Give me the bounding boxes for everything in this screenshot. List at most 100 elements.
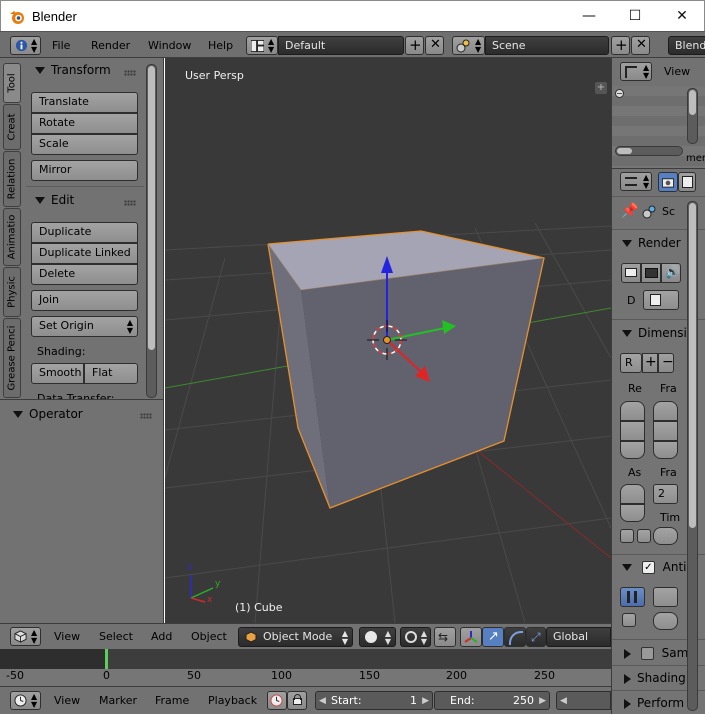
- anti-aliasing-checkbox[interactable]: ✓: [641, 561, 655, 574]
- full-sample-toggle[interactable]: [622, 613, 636, 627]
- render-panel-header[interactable]: Render: [622, 236, 681, 250]
- panel-grip-icon[interactable]: [124, 70, 136, 76]
- mirror-button[interactable]: Mirror: [31, 160, 138, 181]
- tab-relations[interactable]: Relation: [3, 151, 21, 207]
- outliner-vscrollbar[interactable]: [687, 88, 698, 144]
- dimensions-panel-header[interactable]: Dimensi: [622, 326, 687, 340]
- menu-add[interactable]: Add: [151, 627, 172, 647]
- manipulator-toggle[interactable]: ⇆: [434, 627, 456, 647]
- edit-panel-header[interactable]: Edit: [35, 193, 74, 207]
- panel-grip-icon[interactable]: [124, 200, 136, 206]
- resolution-y-field[interactable]: [620, 421, 645, 441]
- aa-filter-dropdown[interactable]: [653, 587, 678, 607]
- performance-panel-header[interactable]: Perform: [624, 696, 684, 710]
- end-frame-field[interactable]: End: 250 ▶: [434, 691, 550, 710]
- delete-screen-button[interactable]: ✕: [425, 36, 444, 55]
- filter-size-field[interactable]: [653, 612, 678, 630]
- remove-preset-button[interactable]: −: [658, 353, 674, 373]
- menu-window[interactable]: Window: [148, 36, 191, 56]
- transform-panel-header[interactable]: Transform: [35, 63, 111, 77]
- frame-start-field[interactable]: [653, 401, 678, 421]
- outliner-menu-view[interactable]: View: [664, 62, 690, 82]
- crop-toggle[interactable]: [637, 529, 651, 543]
- transform-orientation-dropdown[interactable]: Global: [546, 627, 611, 647]
- 3d-viewport[interactable]: User Persp (1) Cube z y x +: [165, 58, 611, 623]
- shade-smooth-button[interactable]: Smooth: [31, 363, 84, 384]
- rotate-button[interactable]: Rotate: [31, 113, 138, 134]
- resolution-pct-field[interactable]: [620, 441, 645, 459]
- keying-lock-button[interactable]: [287, 691, 307, 710]
- editor-type-3dview-button[interactable]: ▲ ▼: [10, 627, 41, 646]
- cube-object[interactable]: [267, 230, 545, 509]
- timeline-menu-marker[interactable]: Marker: [99, 691, 137, 711]
- menu-render[interactable]: Render: [91, 36, 130, 56]
- menu-help[interactable]: Help: [208, 36, 233, 56]
- display-mode-dropdown[interactable]: [643, 290, 679, 310]
- start-frame-field[interactable]: ◀ Start: 1 ▶: [315, 691, 433, 710]
- timeline-menu-view[interactable]: View: [54, 691, 80, 711]
- duplicate-linked-button[interactable]: Duplicate Linked: [31, 243, 138, 264]
- aspect-y-field[interactable]: [620, 504, 645, 522]
- close-window-button[interactable]: ✕: [659, 1, 705, 31]
- tab-tool[interactable]: Tool: [3, 63, 21, 103]
- editor-type-properties-button[interactable]: ▲ ▼: [620, 172, 652, 191]
- current-frame-field[interactable]: ◀: [556, 691, 611, 710]
- menu-file[interactable]: File: [52, 36, 70, 56]
- motion-blur-checkbox[interactable]: [640, 647, 654, 660]
- pivot-point-dropdown[interactable]: ▲ ▼: [400, 627, 431, 647]
- screen-layout-field[interactable]: Default: [278, 36, 404, 55]
- maximize-button[interactable]: ☐: [612, 1, 658, 31]
- interaction-mode-dropdown[interactable]: Object Mode ▲ ▼: [238, 627, 353, 647]
- border-toggle[interactable]: [620, 529, 634, 543]
- shade-flat-button[interactable]: Flat: [84, 363, 138, 384]
- viewport-corner-plus[interactable]: +: [595, 82, 607, 94]
- shading-panel-header[interactable]: Shading: [624, 671, 686, 685]
- anti-aliasing-panel-header[interactable]: ✓ Anti-: [622, 560, 691, 574]
- render-context-tab[interactable]: [658, 172, 678, 192]
- minimize-button[interactable]: —: [566, 1, 612, 31]
- properties-scrollbar[interactable]: [687, 201, 698, 711]
- rotate-manipulator-button[interactable]: [504, 627, 526, 647]
- transform-manipulator-button[interactable]: [460, 627, 482, 647]
- toolshelf-scrollbar[interactable]: [146, 64, 157, 398]
- set-origin-dropdown[interactable]: Set Origin ▲ ▼: [31, 316, 138, 337]
- editor-type-timeline-button[interactable]: ▲ ▼: [10, 691, 41, 710]
- outliner-hscrollbar[interactable]: [615, 146, 683, 156]
- translate-manipulator-button[interactable]: ↗: [482, 627, 504, 647]
- delete-button[interactable]: Delete: [31, 264, 138, 285]
- duplicate-button[interactable]: Duplicate: [31, 222, 138, 243]
- timeline-area[interactable]: -50 0 50 100 150 200 250: [0, 649, 611, 686]
- frame-step-field[interactable]: [653, 441, 678, 459]
- scale-button[interactable]: Scale: [31, 134, 138, 155]
- tab-grease-pencil[interactable]: Grease Penci: [3, 318, 21, 398]
- editor-type-button[interactable]: ▲ ▼: [10, 36, 41, 55]
- viewport-shading-dropdown[interactable]: ▲ ▼: [359, 627, 396, 647]
- tab-physics[interactable]: Physic: [3, 267, 21, 317]
- add-scene-button[interactable]: +: [611, 36, 630, 55]
- scene-field[interactable]: Scene: [485, 36, 609, 55]
- aa-samples-selector[interactable]: [620, 587, 645, 607]
- menu-view[interactable]: View: [54, 627, 80, 647]
- add-preset-button[interactable]: +: [642, 353, 658, 373]
- motion-blur-panel-header[interactable]: Sam: [624, 646, 688, 660]
- render-image-button[interactable]: [621, 263, 641, 283]
- frame-end-field[interactable]: [653, 421, 678, 441]
- render-presets-dropdown[interactable]: R: [620, 353, 642, 373]
- tab-create[interactable]: Creat: [3, 104, 21, 150]
- render-layers-context-tab[interactable]: [678, 172, 696, 192]
- timeline-playhead[interactable]: [105, 649, 108, 669]
- timeline-menu-playback[interactable]: Playback: [208, 691, 257, 711]
- operator-panel-header[interactable]: Operator: [13, 407, 83, 421]
- frame-rate-dropdown[interactable]: 2: [653, 484, 678, 504]
- timeline-menu-frame[interactable]: Frame: [155, 691, 189, 711]
- render-engine-selector[interactable]: Blend: [668, 36, 705, 55]
- render-animation-button[interactable]: [641, 263, 661, 283]
- outliner-list[interactable]: − mer: [612, 86, 705, 168]
- menu-object[interactable]: Object: [191, 627, 227, 647]
- render-audio-button[interactable]: 🔊: [661, 263, 681, 283]
- add-screen-button[interactable]: +: [405, 36, 424, 55]
- tab-animation[interactable]: Animatio: [3, 208, 21, 266]
- delete-scene-button[interactable]: ✕: [631, 36, 650, 55]
- translate-button[interactable]: Translate: [31, 92, 138, 113]
- scene-selector[interactable]: ▲ ▼: [452, 36, 485, 55]
